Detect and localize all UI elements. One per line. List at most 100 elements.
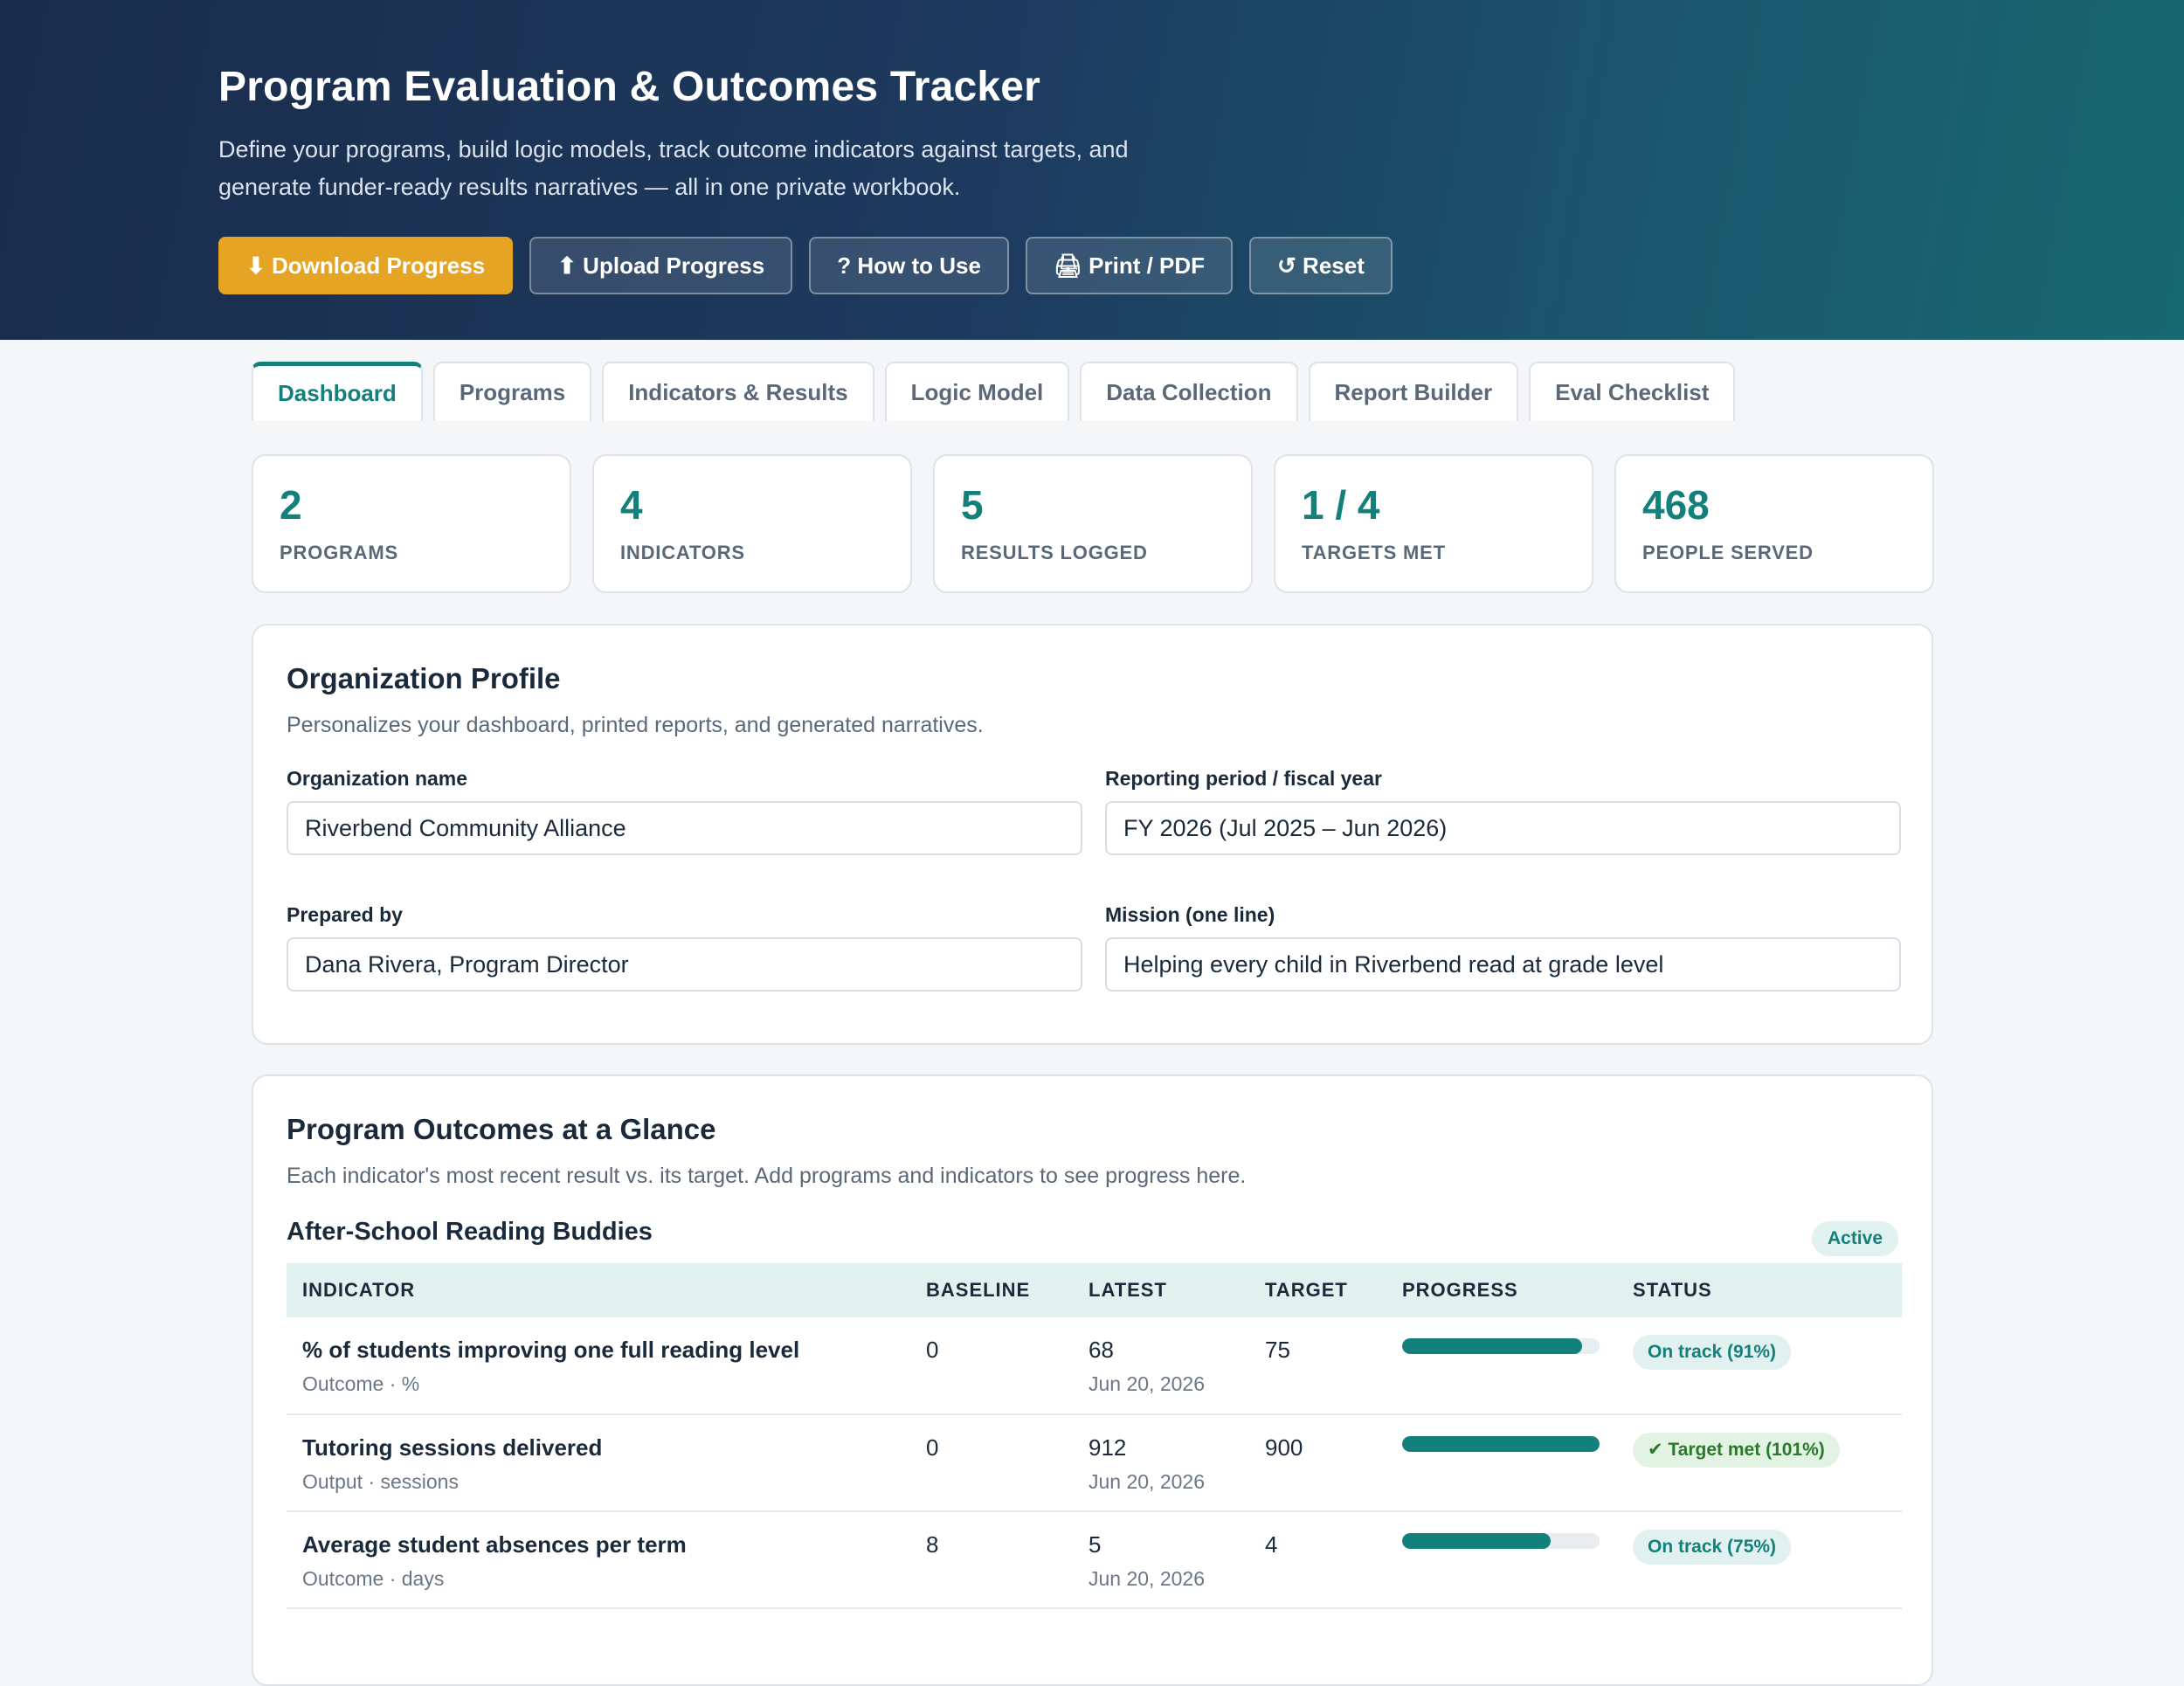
progress-fill bbox=[1402, 1533, 1551, 1549]
baseline-cell: 0 bbox=[910, 1317, 1073, 1415]
column-header-indicator: INDICATOR bbox=[302, 1279, 416, 1301]
latest-cell: 68 Jun 20, 2026 bbox=[1073, 1317, 1249, 1415]
stat-card-people-served: 468 PEOPLE SERVED bbox=[1614, 454, 1934, 593]
stat-card-targets-met: 1 / 4 TARGETS MET bbox=[1274, 454, 1593, 593]
target-cell: 75 bbox=[1249, 1317, 1386, 1415]
indicator-cell: % of students improving one full reading… bbox=[287, 1317, 910, 1415]
tab-logic-model[interactable]: Logic Model bbox=[884, 362, 1070, 421]
status-cell: On track (75%) bbox=[1617, 1511, 1902, 1609]
latest-date: Jun 20, 2026 bbox=[1089, 1470, 1206, 1493]
prepared-by-input[interactable]: Dana Rivera, Program Director bbox=[287, 937, 1082, 992]
latest-value: 5 bbox=[1089, 1531, 1102, 1558]
stat-label: INDICATORS bbox=[620, 542, 745, 563]
status-badge: ✔ Target met (101%) bbox=[1633, 1433, 1840, 1468]
latest-cell: 912 Jun 20, 2026 bbox=[1073, 1414, 1249, 1512]
print-pdf-button[interactable]: 🖨 Print / PDF bbox=[1025, 237, 1234, 294]
organization-profile-card: Organization Profile Personalizes your d… bbox=[252, 624, 1933, 1045]
status-badge: On track (91%) bbox=[1633, 1335, 1792, 1370]
indicator-meta: Output · sessions bbox=[302, 1470, 459, 1493]
progress-fill bbox=[1402, 1436, 1600, 1452]
stat-value: 468 bbox=[1642, 482, 1710, 528]
indicator-name: Average student absences per term bbox=[302, 1531, 687, 1558]
tab-data-collection[interactable]: Data Collection bbox=[1080, 362, 1298, 421]
org-name-input[interactable]: Riverbend Community Alliance bbox=[287, 801, 1082, 855]
progress-bar bbox=[1402, 1338, 1600, 1354]
tab-programs[interactable]: Programs bbox=[432, 362, 592, 421]
table-row: Average student absences per term Outcom… bbox=[287, 1511, 1902, 1609]
baseline-cell: 0 bbox=[910, 1414, 1073, 1512]
progress-fill bbox=[1402, 1338, 1582, 1354]
progress-cell bbox=[1386, 1317, 1617, 1415]
target-cell: 4 bbox=[1249, 1511, 1386, 1609]
status-cell: On track (91%) bbox=[1617, 1317, 1902, 1415]
outcomes-title: Program Outcomes at a Glance bbox=[287, 1113, 716, 1145]
program-name: After-School Reading Buddies bbox=[287, 1218, 653, 1246]
reporting-period-label: Reporting period / fiscal year bbox=[1105, 767, 1382, 790]
org-name-field-group: Organization name Riverbend Community Al… bbox=[287, 767, 1082, 855]
stat-card-programs: 2 PROGRAMS bbox=[252, 454, 571, 593]
status-badge: On track (75%) bbox=[1633, 1530, 1792, 1565]
upload-progress-button[interactable]: ⬆ Upload Progress bbox=[529, 237, 793, 294]
tab-eval-checklist[interactable]: Eval Checklist bbox=[1529, 362, 1736, 421]
page-subtitle: Define your programs, build logic models… bbox=[218, 131, 1223, 206]
stat-card-indicators: 4 INDICATORS bbox=[592, 454, 912, 593]
mission-label: Mission (one line) bbox=[1105, 903, 1275, 926]
subtitle-line-1: Define your programs, build logic models… bbox=[218, 136, 1129, 162]
download-progress-button[interactable]: ⬇ Download Progress bbox=[218, 237, 514, 294]
latest-value: 68 bbox=[1089, 1337, 1114, 1363]
stat-value: 2 bbox=[280, 482, 302, 528]
indicator-meta: Outcome · % bbox=[302, 1372, 420, 1395]
stat-value: 1 / 4 bbox=[1302, 482, 1380, 528]
outcomes-subtitle: Each indicator's most recent result vs. … bbox=[287, 1164, 1247, 1188]
indicator-name: % of students improving one full reading… bbox=[302, 1337, 800, 1363]
column-header-latest: LATEST bbox=[1089, 1279, 1167, 1301]
indicator-cell: Tutoring sessions delivered Output · ses… bbox=[287, 1414, 910, 1512]
subtitle-line-2: generate funder-ready results narratives… bbox=[218, 174, 961, 200]
profile-title: Organization Profile bbox=[287, 662, 561, 694]
stat-card-results-logged: 5 RESULTS LOGGED bbox=[933, 454, 1253, 593]
latest-date: Jun 20, 2026 bbox=[1089, 1567, 1206, 1590]
prepared-by-field-group: Prepared by Dana Rivera, Program Directo… bbox=[287, 903, 1082, 992]
stat-label: PROGRAMS bbox=[280, 542, 398, 563]
tab-dashboard[interactable]: Dashboard bbox=[252, 362, 423, 421]
latest-date: Jun 20, 2026 bbox=[1089, 1372, 1206, 1395]
latest-cell: 5 Jun 20, 2026 bbox=[1073, 1511, 1249, 1609]
progress-bar bbox=[1402, 1436, 1600, 1452]
latest-value: 912 bbox=[1089, 1434, 1127, 1461]
indicator-meta: Outcome · days bbox=[302, 1567, 445, 1590]
summary-stats: 2 PROGRAMS 4 INDICATORS 5 RESULTS LOGGED… bbox=[252, 454, 1934, 593]
main-tabs: Dashboard Programs Indicators & Results … bbox=[252, 362, 1736, 421]
profile-subtitle: Personalizes your dashboard, printed rep… bbox=[287, 713, 984, 737]
org-name-label: Organization name bbox=[287, 767, 468, 790]
prepared-by-label: Prepared by bbox=[287, 903, 403, 926]
page-header: Program Evaluation & Outcomes Tracker De… bbox=[0, 0, 2184, 340]
table-row: % of students improving one full reading… bbox=[287, 1317, 1902, 1415]
stat-value: 5 bbox=[961, 482, 984, 528]
column-header-progress: PROGRESS bbox=[1402, 1279, 1518, 1301]
indicator-name: Tutoring sessions delivered bbox=[302, 1434, 603, 1461]
column-header-target: TARGET bbox=[1265, 1279, 1348, 1301]
reset-button[interactable]: ↺ Reset bbox=[1249, 237, 1393, 294]
baseline-cell: 8 bbox=[910, 1511, 1073, 1609]
progress-cell bbox=[1386, 1511, 1617, 1609]
stat-label: PEOPLE SERVED bbox=[1642, 542, 1814, 563]
how-to-use-button[interactable]: ? How to Use bbox=[809, 237, 1009, 294]
table-header-row: INDICATOR BASELINE LATEST TARGET PROGRES… bbox=[287, 1263, 1902, 1317]
stat-value: 4 bbox=[620, 482, 643, 528]
reporting-period-field-group: Reporting period / fiscal year FY 2026 (… bbox=[1105, 767, 1901, 855]
header-actions: ⬇ Download Progress ⬆ Upload Progress ? … bbox=[218, 237, 1393, 294]
column-header-baseline: BASELINE bbox=[926, 1279, 1031, 1301]
stat-label: TARGETS MET bbox=[1302, 542, 1446, 563]
program-status-badge: Active bbox=[1811, 1221, 1898, 1256]
tab-indicators-results[interactable]: Indicators & Results bbox=[602, 362, 874, 421]
status-cell: ✔ Target met (101%) bbox=[1617, 1414, 1902, 1512]
progress-bar bbox=[1402, 1533, 1600, 1549]
program-outcomes-card: Program Outcomes at a Glance Each indica… bbox=[252, 1074, 1933, 1686]
progress-cell bbox=[1386, 1414, 1617, 1512]
stat-label: RESULTS LOGGED bbox=[961, 542, 1148, 563]
target-cell: 900 bbox=[1249, 1414, 1386, 1512]
tab-report-builder[interactable]: Report Builder bbox=[1308, 362, 1519, 421]
indicators-table: INDICATOR BASELINE LATEST TARGET PROGRES… bbox=[287, 1263, 1902, 1609]
reporting-period-input[interactable]: FY 2026 (Jul 2025 – Jun 2026) bbox=[1105, 801, 1901, 855]
mission-input[interactable]: Helping every child in Riverbend read at… bbox=[1105, 937, 1901, 992]
